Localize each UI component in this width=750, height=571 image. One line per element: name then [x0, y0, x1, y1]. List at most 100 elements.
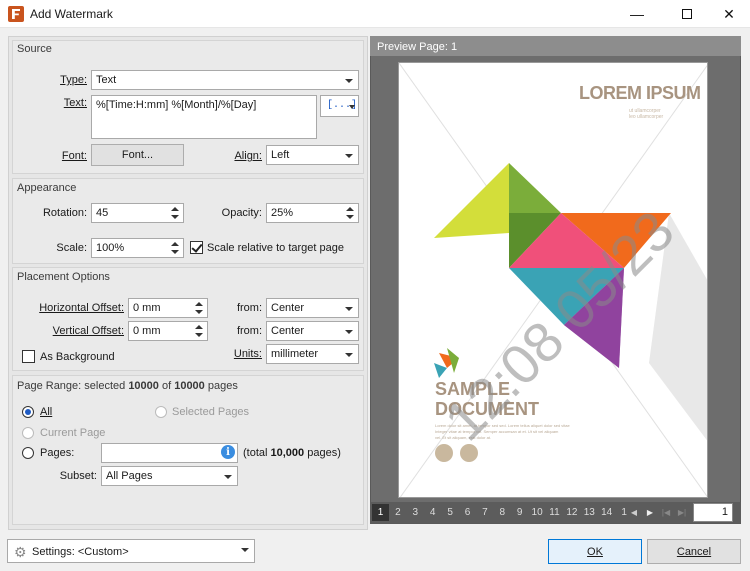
appearance-heading: Appearance	[17, 182, 77, 194]
scale-spinner[interactable]: 100%	[91, 238, 184, 258]
rotation-value: 45	[96, 207, 109, 219]
source-heading: Source	[17, 43, 52, 55]
h-offset-spinner[interactable]: 0 mm	[128, 298, 208, 318]
close-icon[interactable]: ✕	[706, 0, 750, 28]
settings-select[interactable]: ⚙ Settings: <Custom>	[7, 539, 255, 563]
cancel-button-label: Cancel	[676, 545, 712, 558]
pages-total-suffix: pages)	[304, 447, 341, 459]
current-page-radio[interactable]	[22, 427, 34, 439]
spin-down-icon[interactable]	[171, 250, 179, 254]
text-label: Text:	[30, 97, 87, 109]
selected-pages-radio[interactable]	[155, 406, 167, 418]
page-number-button[interactable]: 13	[580, 504, 598, 521]
subset-select[interactable]: All Pages	[101, 466, 238, 486]
opacity-label: Opacity:	[221, 207, 262, 219]
opacity-value: 25%	[271, 207, 294, 219]
pages-total-count: 10,000	[270, 447, 305, 459]
page-number-input[interactable]: 1	[693, 503, 733, 522]
spin-up-icon[interactable]	[195, 325, 203, 329]
next-page-icon[interactable]: ▶	[642, 504, 658, 521]
page-number-button[interactable]: 5	[441, 504, 459, 521]
pages-input[interactable]	[101, 443, 238, 463]
doc-heading: LOREM IPSUM	[579, 83, 701, 103]
watermark-text-input[interactable]: %[Time:H:mm] %[Month]/%[Day]	[91, 95, 317, 139]
page-number-button[interactable]: 8	[493, 504, 511, 521]
selected-pages-label: Selected Pages	[172, 406, 250, 418]
units-label: Units:	[220, 348, 262, 360]
units-select[interactable]: millimeter	[266, 344, 359, 364]
pages-total-prefix: (total	[243, 447, 271, 459]
ok-button[interactable]: OK	[548, 539, 642, 564]
page-number-button[interactable]: 2	[389, 504, 407, 521]
page-range-total: 10000	[174, 380, 205, 392]
pages-total-text: (total 10,000 pages)	[243, 447, 341, 459]
spin-down-icon[interactable]	[171, 215, 179, 219]
info-icon[interactable]: i	[221, 445, 235, 459]
page-number-button[interactable]: 10	[528, 504, 546, 521]
settings-label: Settings:	[32, 546, 75, 558]
v-from-select[interactable]: Center	[266, 321, 359, 341]
spin-down-icon[interactable]	[195, 333, 203, 337]
align-select[interactable]: Left	[266, 145, 359, 165]
doc-subheading-2: leo ullamcorper	[629, 114, 664, 120]
v-offset-value: 0 mm	[133, 325, 161, 337]
scale-label: Scale:	[56, 242, 87, 254]
spin-down-icon[interactable]	[195, 310, 203, 314]
prev-page-icon[interactable]: ◀	[626, 504, 642, 521]
maximize-icon[interactable]	[664, 0, 710, 28]
spin-up-icon[interactable]	[346, 207, 354, 211]
minimize-icon[interactable]: —	[614, 0, 660, 28]
gear-icon: ⚙	[14, 544, 27, 560]
page-number-button[interactable]: 12	[563, 504, 581, 521]
cancel-button[interactable]: Cancel	[647, 539, 741, 564]
preview-title: Preview Page: 1	[377, 41, 458, 53]
scale-relative-checkbox[interactable]	[190, 241, 203, 254]
scale-value: 100%	[96, 242, 125, 254]
v-from-label: from:	[236, 325, 262, 337]
page-range-mid: of	[158, 380, 175, 392]
spin-up-icon[interactable]	[171, 207, 179, 211]
all-pages-radio[interactable]	[22, 406, 34, 418]
opacity-spinner[interactable]: 25%	[266, 203, 359, 223]
rotation-spinner[interactable]: 45	[91, 203, 184, 223]
first-page-icon[interactable]: |◀	[658, 504, 674, 521]
page-number-button[interactable]: 9	[511, 504, 529, 521]
h-from-label: from:	[236, 302, 262, 314]
pages-label: Pages:	[40, 447, 75, 459]
type-label-text: Type:	[60, 74, 87, 86]
page-number-button[interactable]: 14	[598, 504, 616, 521]
background-checkbox[interactable]	[22, 350, 35, 363]
last-page-icon[interactable]: ▶|	[674, 504, 690, 521]
page-range-heading: Page Range: selected 10000 of 10000 page…	[17, 380, 238, 392]
bulb-icon	[435, 444, 453, 462]
window-title: Add Watermark	[30, 7, 113, 21]
page-number-button[interactable]: 11	[546, 504, 563, 521]
h-offset-value: 0 mm	[133, 302, 161, 314]
font-label: Font:	[30, 150, 87, 162]
spin-up-icon[interactable]	[195, 302, 203, 306]
all-pages-label: All	[40, 406, 52, 418]
pages-radio[interactable]	[22, 447, 34, 459]
page-range-selected: 10000	[128, 380, 159, 392]
page-number-button[interactable]: 6	[459, 504, 476, 521]
scale-relative-label: Scale relative to target page	[207, 242, 344, 254]
macro-button[interactable]: [...]	[320, 95, 359, 117]
font-button[interactable]: Font...	[91, 144, 184, 166]
page-number-button[interactable]: 1	[372, 504, 389, 521]
current-page-label: Current Page	[40, 427, 106, 439]
title-bar: Add Watermark — ✕	[0, 0, 750, 28]
app-icon	[8, 6, 24, 22]
all-pages-label-text: All	[40, 406, 53, 418]
origami-green	[509, 163, 561, 213]
h-from-select[interactable]: Center	[266, 298, 359, 318]
settings-value: <Custom>	[77, 546, 129, 558]
page-number-button[interactable]: 4	[424, 504, 442, 521]
spin-up-icon[interactable]	[171, 242, 179, 246]
spin-down-icon[interactable]	[346, 215, 354, 219]
page-number-button[interactable]: 3	[406, 504, 424, 521]
page-number-button[interactable]: 7	[476, 504, 494, 521]
logo-teal	[434, 363, 447, 378]
v-offset-spinner[interactable]: 0 mm	[128, 321, 208, 341]
type-select[interactable]: Text	[91, 70, 359, 90]
type-label: Type:	[30, 74, 87, 86]
